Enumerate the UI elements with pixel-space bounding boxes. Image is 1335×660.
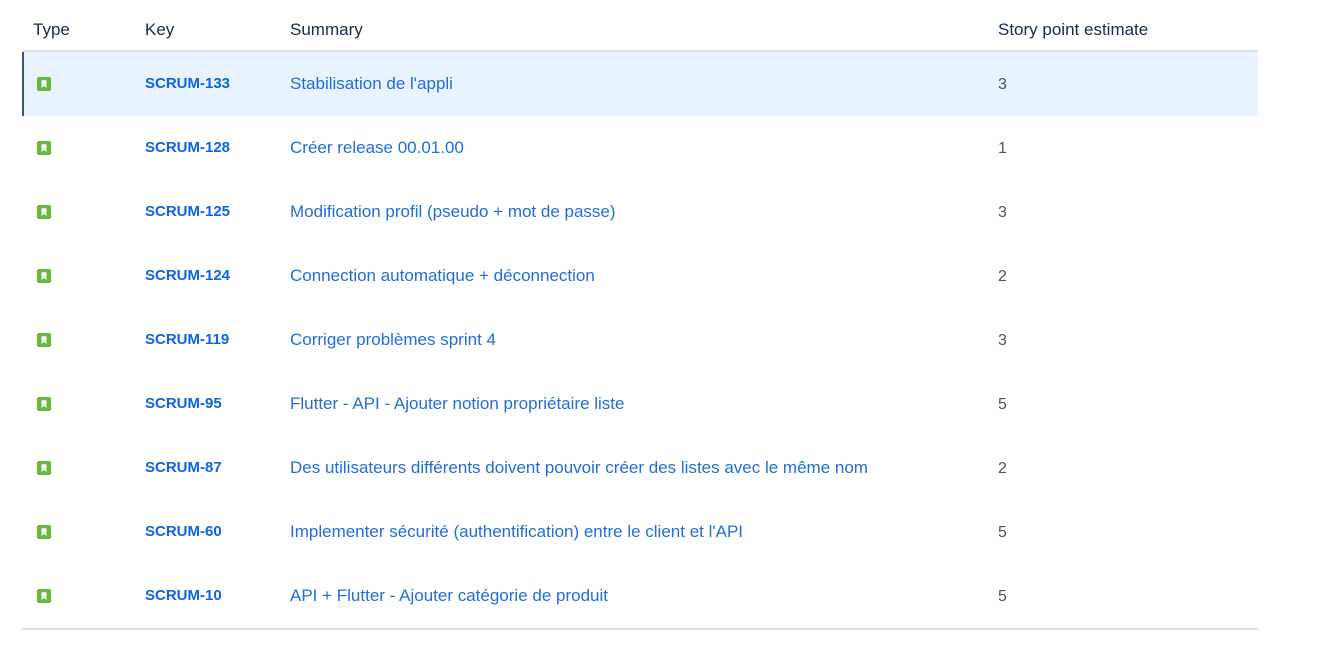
issue-summary-link[interactable]: Des utilisateurs différents doivent pouv… — [290, 458, 868, 478]
issue-key-link[interactable]: SCRUM-119 — [145, 331, 229, 349]
story-bookmark-icon — [37, 525, 51, 539]
issue-key-link[interactable]: SCRUM-60 — [145, 523, 222, 541]
story-point-estimate[interactable]: 5 — [998, 395, 1007, 415]
issue-summary-link[interactable]: Modification profil (pseudo + mot de pas… — [290, 202, 616, 222]
header-summary[interactable]: Summary — [290, 20, 363, 40]
story-bookmark-icon — [37, 461, 51, 475]
table-row[interactable]: SCRUM-128 Créer release 00.01.00 1 — [22, 116, 1258, 180]
story-point-estimate[interactable]: 3 — [998, 203, 1007, 223]
issue-summary-link[interactable]: Stabilisation de l'appli — [290, 74, 453, 94]
issue-summary-link[interactable]: API + Flutter - Ajouter catégorie de pro… — [290, 586, 608, 606]
story-point-estimate[interactable]: 2 — [998, 459, 1007, 479]
table-row[interactable]: SCRUM-10 API + Flutter - Ajouter catégor… — [22, 564, 1258, 628]
issue-key-link[interactable]: SCRUM-87 — [145, 459, 222, 477]
story-point-estimate[interactable]: 2 — [998, 267, 1007, 287]
issue-key-link[interactable]: SCRUM-125 — [145, 203, 230, 221]
story-bookmark-icon — [37, 589, 51, 603]
table-body: SCRUM-133 Stabilisation de l'appli 3 SCR… — [22, 52, 1258, 628]
issue-summary-link[interactable]: Connection automatique + déconnection — [290, 266, 595, 286]
issue-key-link[interactable]: SCRUM-128 — [145, 139, 230, 157]
story-point-estimate[interactable]: 5 — [998, 587, 1007, 607]
issue-table: Type Key Summary Story point estimate SC… — [22, 0, 1258, 630]
issue-summary-link[interactable]: Implementer sécurité (authentification) … — [290, 522, 743, 542]
table-row[interactable]: SCRUM-124 Connection automatique + décon… — [22, 244, 1258, 308]
issue-key-link[interactable]: SCRUM-10 — [145, 587, 222, 605]
story-point-estimate[interactable]: 3 — [998, 75, 1007, 95]
story-bookmark-icon — [37, 333, 51, 347]
issue-summary-link[interactable]: Flutter - API - Ajouter notion propriéta… — [290, 394, 625, 414]
story-point-estimate[interactable]: 3 — [998, 331, 1007, 351]
issue-key-link[interactable]: SCRUM-133 — [145, 75, 230, 93]
story-bookmark-icon — [37, 141, 51, 155]
table-row[interactable]: SCRUM-87 Des utilisateurs différents doi… — [22, 436, 1258, 500]
story-point-estimate[interactable]: 1 — [998, 139, 1007, 159]
table-header: Type Key Summary Story point estimate — [22, 0, 1258, 52]
table-bottom-divider — [22, 628, 1258, 630]
table-row[interactable]: SCRUM-125 Modification profil (pseudo + … — [22, 180, 1258, 244]
story-bookmark-icon — [37, 269, 51, 283]
issue-summary-link[interactable]: Corriger problèmes sprint 4 — [290, 330, 496, 350]
issue-summary-link[interactable]: Créer release 00.01.00 — [290, 138, 464, 158]
issue-key-link[interactable]: SCRUM-95 — [145, 395, 222, 413]
story-bookmark-icon — [37, 77, 51, 91]
story-point-estimate[interactable]: 5 — [998, 523, 1007, 543]
header-key[interactable]: Key — [145, 20, 174, 40]
header-type[interactable]: Type — [33, 20, 70, 40]
table-row[interactable]: SCRUM-119 Corriger problèmes sprint 4 3 — [22, 308, 1258, 372]
table-row[interactable]: SCRUM-133 Stabilisation de l'appli 3 — [22, 52, 1258, 116]
header-story-point-estimate[interactable]: Story point estimate — [998, 20, 1148, 40]
table-row[interactable]: SCRUM-95 Flutter - API - Ajouter notion … — [22, 372, 1258, 436]
story-bookmark-icon — [37, 397, 51, 411]
issue-key-link[interactable]: SCRUM-124 — [145, 267, 230, 285]
story-bookmark-icon — [37, 205, 51, 219]
table-row[interactable]: SCRUM-60 Implementer sécurité (authentif… — [22, 500, 1258, 564]
